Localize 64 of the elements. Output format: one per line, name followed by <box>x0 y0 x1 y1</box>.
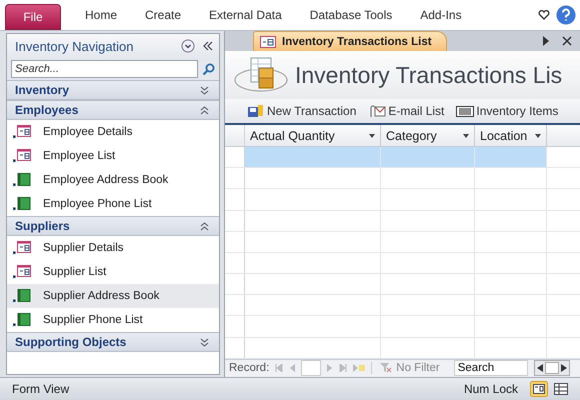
navigation-item[interactable]: Employee Address Book <box>7 168 219 192</box>
close-icon[interactable] <box>562 36 572 46</box>
collapse-chevron-icon[interactable] <box>200 222 209 230</box>
action-button[interactable]: New Transaction <box>247 104 356 118</box>
dropdown-arrow-icon[interactable] <box>369 134 375 138</box>
search-field[interactable]: Search... <box>11 60 198 78</box>
record-label: Record: <box>229 362 270 374</box>
form-icon <box>13 265 31 279</box>
new-record-icon <box>247 104 265 118</box>
navigation-item[interactable]: Employee List <box>7 144 219 168</box>
ribbon-tab[interactable]: Database Tools <box>296 8 406 22</box>
form-view-icon[interactable] <box>530 381 548 397</box>
document-tab[interactable]: Inventory Transactions List <box>253 31 447 51</box>
group-header[interactable]: Supporting Objects <box>7 332 219 352</box>
navigation-item[interactable]: Employee Details <box>7 120 219 144</box>
filter-icon <box>380 363 392 374</box>
expand-chevron-icon[interactable] <box>200 338 209 346</box>
form-icon <box>13 149 31 163</box>
search-icon[interactable] <box>202 62 215 76</box>
ribbon-tab[interactable]: Home <box>71 8 132 22</box>
report-icon <box>13 289 31 303</box>
collapse-pane-icon[interactable] <box>203 41 213 51</box>
view-status: Form View <box>12 382 70 396</box>
navigation-item[interactable]: Supplier Details <box>7 236 219 260</box>
datasheet-view-icon[interactable] <box>554 383 568 395</box>
help-icon[interactable] <box>556 5 576 25</box>
ribbon-tab[interactable]: External Data <box>195 8 296 22</box>
navigation-item[interactable]: Supplier Address Book <box>7 284 219 308</box>
horizontal-scrollbar[interactable] <box>534 360 570 376</box>
navigation-title: Inventory Navigation <box>15 38 135 54</box>
collapse-chevron-icon[interactable] <box>200 106 209 114</box>
ribbon-tab[interactable]: Create <box>131 8 196 22</box>
column-header[interactable]: Location <box>475 125 547 146</box>
record-number-field[interactable] <box>301 360 322 376</box>
column-header[interactable]: Actual Quantity <box>245 125 381 146</box>
barcode-icon <box>456 104 474 118</box>
action-button[interactable]: Inventory Items <box>456 104 558 118</box>
dropdown-icon[interactable] <box>181 39 195 53</box>
form-icon <box>260 36 276 48</box>
heart-icon[interactable] <box>538 10 550 20</box>
expand-chevron-icon[interactable] <box>200 86 209 94</box>
form-icon <box>13 125 31 139</box>
record-search-field[interactable]: Search <box>454 360 528 376</box>
group-header[interactable]: Suppliers <box>7 216 219 236</box>
navigation-item[interactable]: Supplier Phone List <box>7 308 219 332</box>
scroll-thumb[interactable] <box>544 362 559 374</box>
group-header[interactable]: Inventory <box>7 80 219 100</box>
num-lock-status: Num Lock <box>464 382 518 396</box>
report-icon <box>13 313 31 327</box>
ribbon-tab[interactable]: Add-Ins <box>406 8 476 22</box>
file-tab[interactable]: File <box>5 4 61 30</box>
email-icon <box>368 104 386 118</box>
column-header[interactable]: Category <box>381 125 475 146</box>
form-title: Inventory Transactions Lis <box>295 62 562 88</box>
report-icon <box>13 173 31 187</box>
action-button[interactable]: E-mail List <box>368 104 444 118</box>
form-icon <box>13 241 31 255</box>
dropdown-arrow-icon[interactable] <box>535 134 541 138</box>
navigation-item[interactable]: Supplier List <box>7 260 219 284</box>
dropdown-arrow-icon[interactable] <box>463 134 469 138</box>
report-icon <box>13 197 31 211</box>
navigation-item[interactable]: Employee Phone List <box>7 192 219 216</box>
group-header[interactable]: Employees <box>7 100 219 120</box>
scroll-right-icon[interactable] <box>542 36 550 46</box>
